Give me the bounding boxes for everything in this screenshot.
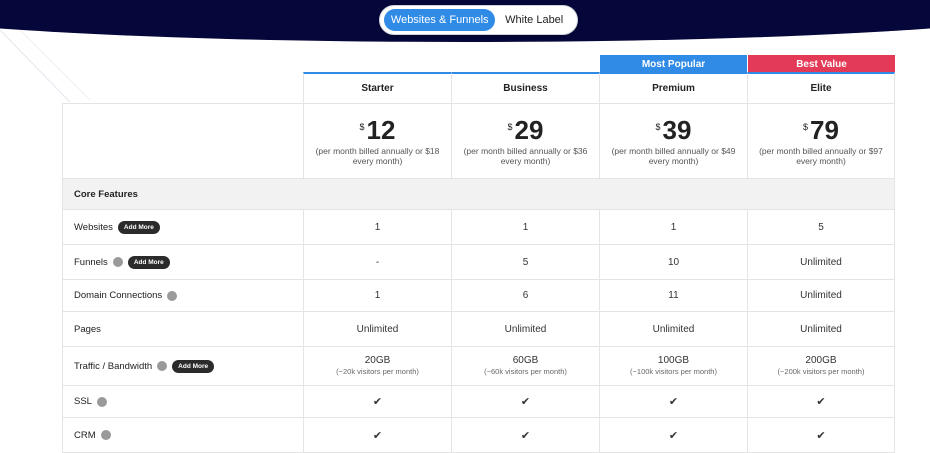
feature-subvalue: (~200k visitors per month)	[777, 367, 865, 376]
info-icon[interactable]	[100, 430, 111, 440]
price-amount: 39	[662, 115, 692, 145]
check-icon: ✔	[451, 386, 599, 417]
price-spacer	[62, 104, 303, 178]
check-icon: ✔	[451, 418, 599, 452]
info-icon[interactable]	[167, 290, 178, 301]
feature-value: -	[303, 245, 451, 279]
check-icon: ✔	[599, 386, 747, 417]
toggle-websites-funnels[interactable]: Websites & Funnels	[384, 9, 496, 31]
feature-value: 5	[747, 210, 895, 244]
feature-value: 1	[303, 210, 451, 244]
currency-symbol: $	[803, 122, 809, 132]
feature-label: Funnels	[74, 256, 108, 268]
feature-value-cell: 60GB (~60k visitors per month)	[451, 347, 599, 385]
plan-header-row: Starter Business Premium Elite	[62, 72, 895, 104]
feature-value: Unlimited	[747, 280, 895, 311]
check-icon: ✔	[747, 418, 895, 452]
section-title: Core Features	[62, 179, 895, 209]
feature-label-cell: Pages	[62, 312, 303, 346]
feature-value: 5	[451, 245, 599, 279]
feature-label: CRM	[74, 429, 96, 441]
check-icon: ✔	[303, 386, 451, 417]
price-note: (per month billed annually or $49 every …	[611, 146, 736, 166]
price-amount: 29	[514, 115, 544, 145]
feature-label-cell: Funnels Add More	[62, 245, 303, 279]
plan-name-business: Business	[451, 72, 599, 103]
feature-value: Unlimited	[747, 312, 895, 346]
feature-value: Unlimited	[303, 312, 451, 346]
header-spacer	[62, 72, 303, 103]
feature-row-websites: Websites Add More 1 1 1 5	[62, 210, 895, 245]
price-business: $29 (per month billed annually or $36 ev…	[451, 104, 599, 178]
price-note: (per month billed annually or $97 every …	[759, 146, 883, 166]
feature-value: Unlimited	[599, 312, 747, 346]
currency-symbol: $	[507, 122, 513, 132]
price-note: (per month billed annually or $18 every …	[315, 146, 440, 166]
plan-name-premium: Premium	[599, 72, 747, 103]
check-icon: ✔	[599, 418, 747, 452]
feature-value: Unlimited	[451, 312, 599, 346]
feature-value: 20GB	[364, 355, 391, 366]
price-note: (per month billed annually or $36 every …	[463, 146, 588, 166]
check-icon: ✔	[747, 386, 895, 417]
currency-symbol: $	[655, 122, 661, 132]
feature-row-ssl: SSL ✔ ✔ ✔ ✔	[62, 386, 895, 418]
info-icon[interactable]	[96, 396, 107, 407]
feature-value: 6	[451, 280, 599, 311]
add-more-button[interactable]: Add More	[127, 255, 170, 269]
feature-subvalue: (~60k visitors per month)	[484, 367, 567, 376]
best-value-badge: Best Value	[748, 55, 895, 73]
feature-value-cell: 100GB (~100k visitors per month)	[599, 347, 747, 385]
price-starter: $12 (per month billed annually or $18 ev…	[303, 104, 451, 178]
price-row: $12 (per month billed annually or $18 ev…	[62, 104, 895, 179]
feature-value: 200GB	[805, 355, 837, 366]
feature-label-cell: SSL	[62, 386, 303, 417]
feature-row-traffic-bandwidth: Traffic / Bandwidth Add More 20GB (~20k v…	[62, 347, 895, 386]
plan-type-toggle[interactable]: Websites & Funnels White Label	[379, 5, 578, 35]
feature-value: 11	[599, 280, 747, 311]
price-elite: $79 (per month billed annually or $97 ev…	[747, 104, 895, 178]
info-icon[interactable]	[112, 257, 123, 267]
feature-label: Traffic / Bandwidth	[74, 360, 153, 372]
price-amount: 12	[366, 115, 396, 145]
feature-value: 100GB	[657, 355, 690, 366]
currency-symbol: $	[359, 122, 365, 132]
feature-label-cell: Websites Add More	[62, 210, 303, 244]
toggle-white-label[interactable]: White Label	[495, 9, 573, 31]
feature-subvalue: (~20k visitors per month)	[336, 367, 419, 376]
feature-label: Domain Connections	[74, 290, 163, 301]
plan-name-starter: Starter	[303, 72, 451, 103]
most-popular-badge: Most Popular	[600, 55, 747, 73]
section-row: Core Features	[62, 179, 895, 210]
price-amount: 79	[810, 115, 839, 145]
feature-label-cell: CRM	[62, 418, 303, 452]
add-more-button[interactable]: Add More	[117, 220, 160, 234]
check-icon: ✔	[303, 418, 451, 452]
feature-label: Websites	[74, 221, 113, 233]
feature-row-crm: CRM ✔ ✔ ✔ ✔	[62, 418, 895, 453]
feature-row-pages: Pages Unlimited Unlimited Unlimited Unli…	[62, 312, 895, 347]
feature-label-cell: Domain Connections	[62, 280, 303, 311]
feature-value: Unlimited	[747, 245, 895, 279]
plan-name-elite: Elite	[747, 72, 895, 103]
feature-label: Pages	[74, 323, 101, 335]
feature-label-cell: Traffic / Bandwidth Add More	[62, 347, 303, 385]
price-premium: $39 (per month billed annually or $49 ev…	[599, 104, 747, 178]
pricing-table: Starter Business Premium Elite $12 (per …	[62, 72, 895, 453]
add-more-button[interactable]: Add More	[172, 359, 215, 373]
feature-value: 1	[451, 210, 599, 244]
feature-row-domain-connections: Domain Connections 1 6 11 Unlimited	[62, 280, 895, 312]
feature-value: 1	[599, 210, 747, 244]
feature-row-funnels: Funnels Add More - 5 10 Unlimited	[62, 245, 895, 280]
feature-value: 1	[303, 280, 451, 311]
feature-value: 60GB	[512, 355, 539, 366]
feature-subvalue: (~100k visitors per month)	[630, 367, 717, 376]
feature-value-cell: 200GB (~200k visitors per month)	[747, 347, 895, 385]
feature-value-cell: 20GB (~20k visitors per month)	[303, 347, 451, 385]
feature-label: SSL	[74, 396, 92, 407]
info-icon[interactable]	[157, 361, 168, 371]
feature-value: 10	[599, 245, 747, 279]
